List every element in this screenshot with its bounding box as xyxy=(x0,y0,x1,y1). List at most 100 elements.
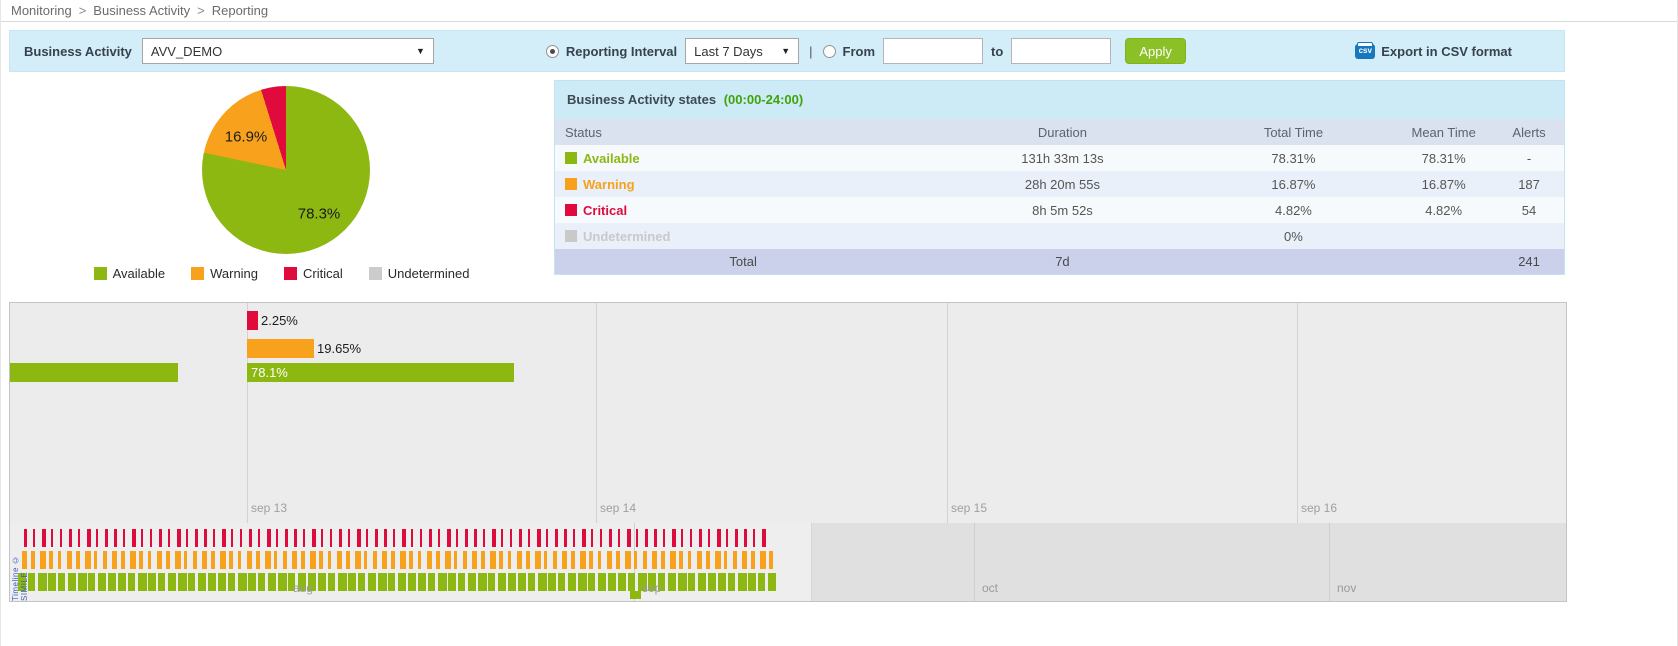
overview-tick-available xyxy=(168,573,176,591)
legend-swatch xyxy=(369,267,382,280)
page: Monitoring>Business Activity>Reporting B… xyxy=(0,0,1678,646)
overview-tick-critical xyxy=(762,529,766,547)
legend-item: Available xyxy=(94,266,166,281)
overview-tick-warning xyxy=(301,551,305,569)
pie-slice-label: 16.9% xyxy=(225,129,268,146)
overview-tick-available xyxy=(498,573,506,591)
breadcrumb-item[interactable]: Reporting xyxy=(212,3,268,18)
overview-tick-warning xyxy=(265,551,271,569)
legend-item: Warning xyxy=(191,266,258,281)
overview-tick-critical xyxy=(375,529,378,547)
export-csv-label: Export in CSV format xyxy=(1381,44,1512,59)
overview-tick-critical xyxy=(312,529,316,547)
overview-tick-critical xyxy=(636,529,638,547)
overview-tick-warning xyxy=(193,551,197,569)
overview-tick-available xyxy=(438,573,447,591)
timeline-gridline xyxy=(247,303,248,523)
table-row: Undetermined0% xyxy=(555,223,1564,249)
mean-time-cell: 4.82% xyxy=(1393,197,1494,223)
overview-tick-warning xyxy=(40,551,46,569)
overview-tick-warning xyxy=(751,551,755,569)
status-cell: Available xyxy=(555,145,931,171)
overview-tick-critical xyxy=(132,529,136,547)
overview-tick-available xyxy=(158,573,165,591)
overview-tick-warning xyxy=(445,551,451,569)
overview-tick-warning xyxy=(697,551,702,569)
business-activity-select[interactable]: AVV_DEMO ▼ xyxy=(142,38,434,64)
overview-tick-warning xyxy=(220,551,226,569)
overview-tick-available xyxy=(588,573,595,591)
overview-tick-available xyxy=(718,573,726,591)
breadcrumb-item[interactable]: Monitoring xyxy=(11,3,72,18)
legend-item: Critical xyxy=(284,266,343,281)
overview-tick-available xyxy=(138,573,147,591)
custom-range-radio[interactable] xyxy=(823,45,836,58)
overview-tick-available xyxy=(388,573,395,591)
overview-tick-warning xyxy=(634,551,637,569)
overview-tick-available xyxy=(348,573,356,591)
status-label: Critical xyxy=(583,203,627,218)
overview-tick-critical xyxy=(501,529,503,547)
overview-tick-warning xyxy=(400,551,406,569)
breadcrumb-item[interactable]: Business Activity xyxy=(93,3,190,18)
apply-button[interactable]: Apply xyxy=(1125,38,1186,64)
legend-item: Undetermined xyxy=(369,266,470,281)
business-activity-value: AVV_DEMO xyxy=(151,44,222,59)
overview-tick-available xyxy=(528,573,535,591)
overview-tick-warning xyxy=(166,551,170,569)
column-header: Alerts xyxy=(1494,119,1564,145)
overview-gridline xyxy=(1329,523,1330,601)
breadcrumb-separator: > xyxy=(79,3,87,18)
overview-tick-available xyxy=(48,573,56,591)
overview-tick-warning xyxy=(616,551,620,569)
export-csv-link[interactable]: csv Export in CSV format xyxy=(1355,44,1512,59)
interval-select[interactable]: Last 7 Days ▼ xyxy=(685,38,799,64)
alerts-cell xyxy=(1494,223,1564,249)
to-date-input[interactable] xyxy=(1011,38,1111,64)
overview-tick-critical xyxy=(510,529,512,547)
overview-tick-available xyxy=(228,573,235,591)
overview-tick-warning xyxy=(283,551,287,569)
overview-tick-available xyxy=(518,573,526,591)
overview-tick-warning xyxy=(355,551,361,569)
total-time-cell: 78.31% xyxy=(1194,145,1394,171)
timeline-gridline xyxy=(596,303,597,523)
overview-tick-available xyxy=(378,573,387,591)
overview-tick-available xyxy=(278,573,287,591)
overview-tick-warning xyxy=(418,551,421,569)
mean-time-cell xyxy=(1393,223,1494,249)
status-swatch xyxy=(565,178,577,190)
table-row: Warning28h 20m 55s16.87%16.87%187 xyxy=(555,171,1564,197)
overview-tick-warning xyxy=(742,551,747,569)
overview-tick-available xyxy=(58,573,65,591)
total-row: Total7d241 xyxy=(555,249,1564,274)
timeline-overview-band[interactable]: augsepoctnovTimeline © SIMILE xyxy=(10,523,1566,601)
timeline-bar-critical xyxy=(247,311,258,330)
overview-tick-warning xyxy=(436,551,440,569)
overview-tick-critical xyxy=(429,529,432,547)
total-time-cell: 0% xyxy=(1194,223,1394,249)
table-row: Available131h 33m 13s78.31%78.31%- xyxy=(555,145,1564,171)
column-header: Duration xyxy=(931,119,1193,145)
overview-tick-critical xyxy=(168,529,170,547)
from-date-input[interactable] xyxy=(883,38,983,64)
overview-tick-warning xyxy=(688,551,691,569)
total-time-cell: 16.87% xyxy=(1194,171,1394,197)
overview-tick-warning xyxy=(724,551,727,569)
overview-tick-warning xyxy=(562,551,567,569)
timeline-band[interactable]: sep 13sep 14sep 15sep 162.25%19.65%78.1% xyxy=(10,303,1566,523)
overview-tick-available xyxy=(318,573,326,591)
overview-tick-available xyxy=(698,573,706,591)
overview-month-label: oct xyxy=(982,581,998,595)
alerts-cell: 54 xyxy=(1494,197,1564,223)
overview-tick-available xyxy=(208,573,216,591)
overview-tick-critical xyxy=(339,529,342,547)
overview-tick-available xyxy=(478,573,487,591)
overview-tick-available xyxy=(148,573,156,591)
overview-tick-critical xyxy=(627,529,631,547)
reporting-interval-radio[interactable] xyxy=(546,45,559,58)
interval-value: Last 7 Days xyxy=(694,44,763,59)
overview-tick-warning xyxy=(382,551,387,569)
legend-swatch xyxy=(284,267,297,280)
overview-tick-available xyxy=(178,573,187,591)
